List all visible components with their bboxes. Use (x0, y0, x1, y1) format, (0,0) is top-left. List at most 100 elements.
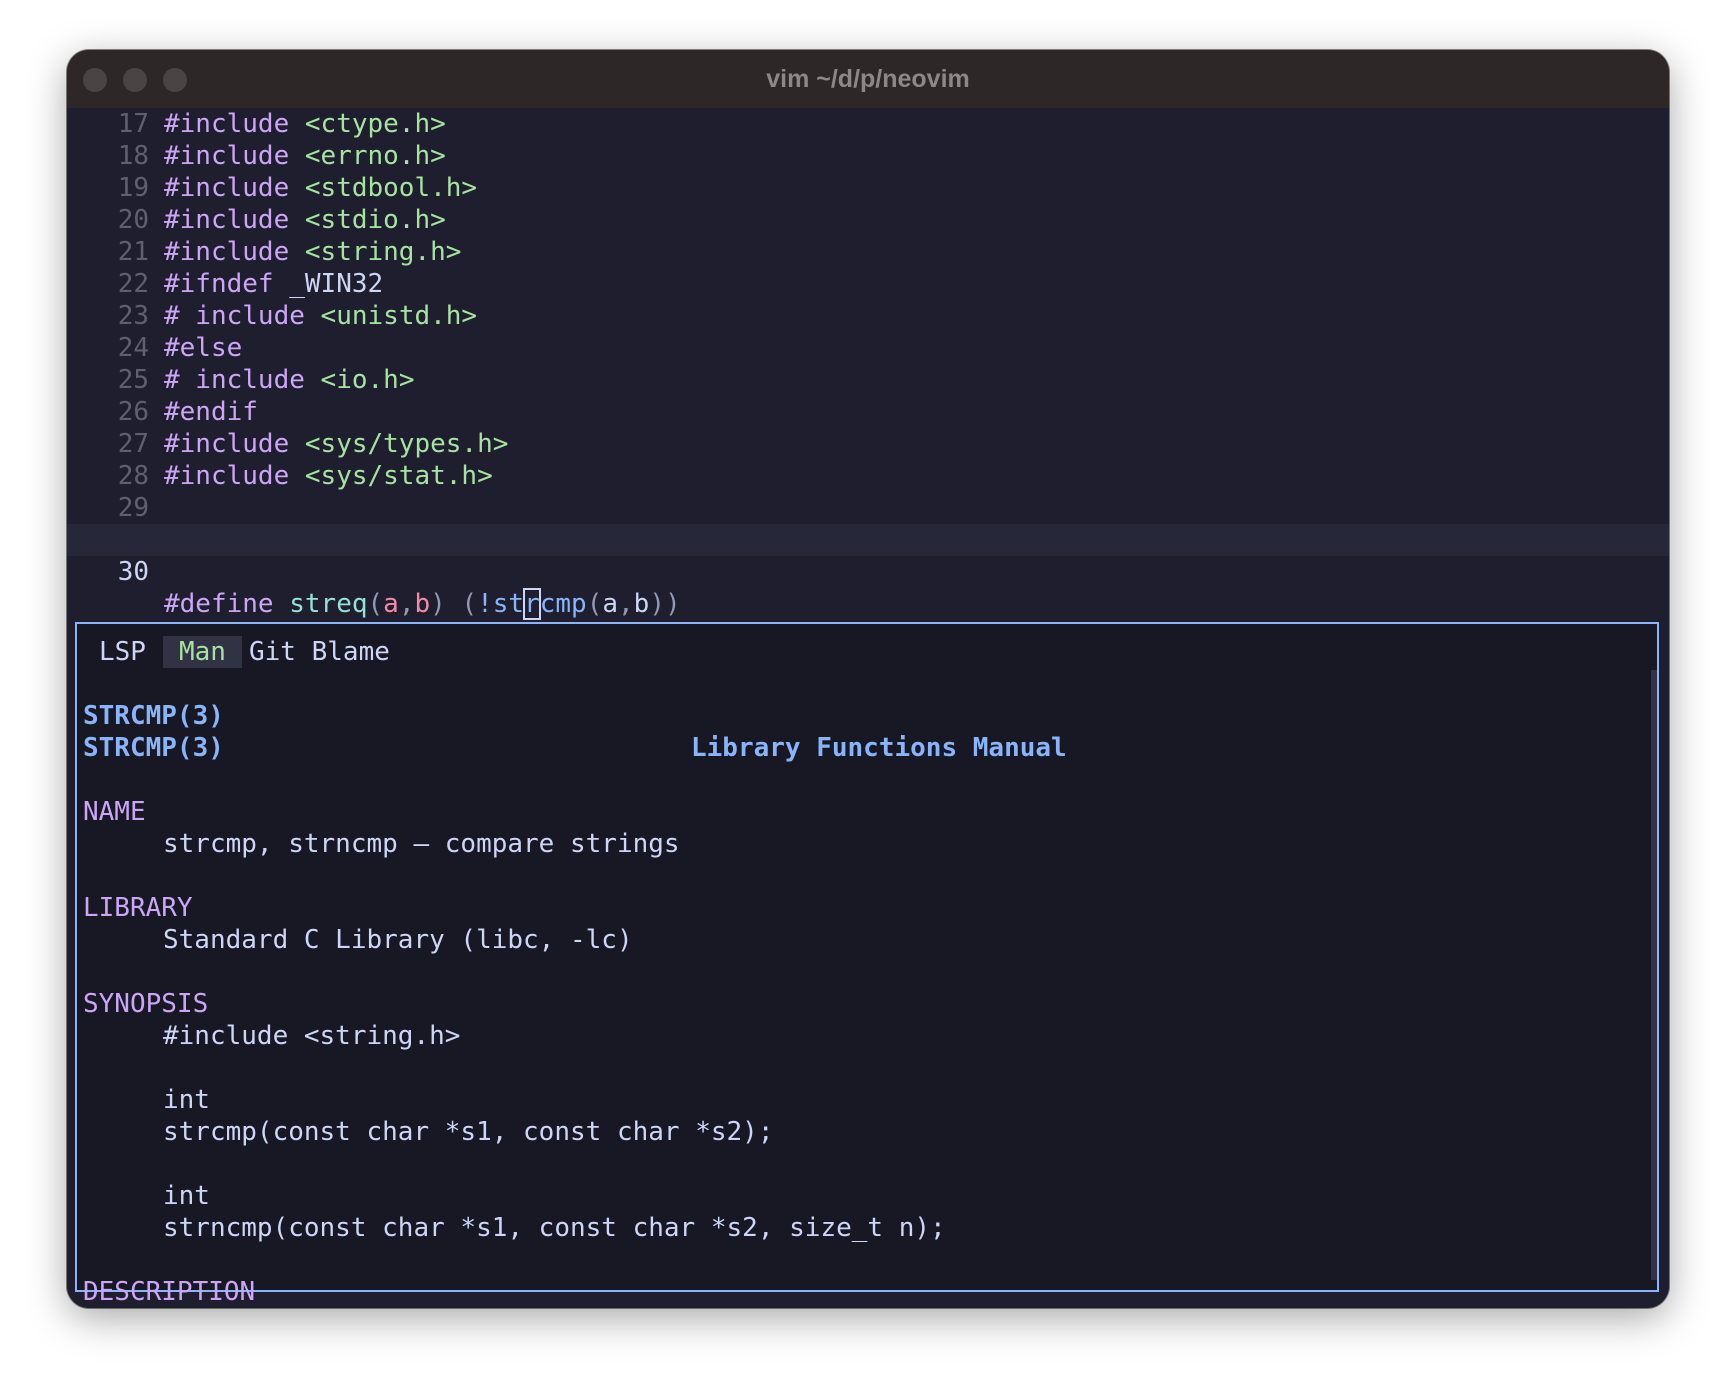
preprocessor-directive: # include (164, 365, 305, 395)
line-number: 19 (117, 173, 149, 203)
line-number: 30 (117, 557, 149, 587)
section-name-title: NAME (77, 764, 1649, 827)
code-line[interactable]: 26 #endif (67, 396, 1669, 428)
hover-scrollbar[interactable] (1651, 670, 1657, 1280)
line-code: #ifndef _WIN32 (164, 268, 383, 300)
preprocessor-directive: #include (164, 173, 290, 203)
preprocessor-directive: #include (164, 141, 290, 171)
code-line[interactable]: 29 (67, 492, 1669, 524)
directive-argument: <stdio.h> (304, 205, 446, 235)
arg-a: a (602, 589, 619, 619)
terminal-window: vim ~/d/p/neovim 17 #include <ctype.h> 18 #… (67, 50, 1669, 1308)
macro-name: streq (289, 589, 368, 619)
code-line[interactable]: 19 #include <stdbool.h> (67, 172, 1669, 204)
line-number: 25 (117, 365, 149, 395)
name-text: strcmp, strncmp – compare strings (163, 829, 680, 859)
section-heading: DESCRIPTION (83, 1277, 256, 1307)
paren: )) (649, 589, 681, 619)
hover-popup[interactable]: LSP Man Git Blame STRCMP(3) Library Func… (75, 622, 1659, 1307)
line-number: 17 (117, 109, 149, 139)
line-number: 18 (117, 141, 149, 171)
preprocessor-directive: #else (164, 333, 243, 363)
code-line[interactable]: 24 #else (67, 332, 1669, 364)
arg-b: b (633, 589, 650, 619)
title-bar: vim ~/d/p/neovim (67, 50, 1669, 109)
strcmp-signature: strcmp(const char *s1, const char *s2); (163, 1117, 774, 1147)
line-number: 26 (117, 397, 149, 427)
synopsis-int-2: int (77, 1148, 1649, 1211)
code-line[interactable]: 28 #include <sys/stat.h> (67, 460, 1669, 492)
strncmp-signature: strncmp(const char *s1, const char *s2, … (163, 1213, 946, 1243)
line-code: #include <string.h> (164, 236, 461, 268)
preprocessor-directive: #include (164, 109, 290, 139)
window-title: vim ~/d/p/neovim (766, 65, 970, 93)
man-header-right: STRCMP(3) (83, 733, 224, 763)
man-header-wrap: STRCMP(3) (77, 700, 1649, 763)
section-library-body: Standard C Library (libc, -lc) (77, 892, 1649, 955)
editor-buffer[interactable]: 17 #include <ctype.h> 18 #include <errno.h>… (67, 108, 1669, 1308)
line-number: 24 (117, 333, 149, 363)
line-code: #include <sys/types.h> (164, 428, 508, 460)
section-synopsis-title: SYNOPSIS (77, 956, 1649, 1019)
fn-name-end: cmp (539, 589, 587, 619)
line-code: #else (164, 332, 258, 364)
line-code: #include <errno.h> (164, 140, 446, 172)
paren: ) (430, 589, 446, 619)
man-header: STRCMP(3) Library Functions Manual (77, 668, 1649, 763)
code-line[interactable]: 18 #include <errno.h> (67, 140, 1669, 172)
directive-argument: <ctype.h> (304, 109, 446, 139)
tab-git-blame[interactable]: Git Blame (249, 636, 390, 668)
comma: , (398, 589, 415, 619)
line-code: # include <io.h> (164, 364, 414, 396)
tab-lsp[interactable]: LSP (99, 636, 146, 668)
directive-argument: <sys/stat.h> (304, 461, 493, 491)
code-line[interactable]: 22 #ifndef _WIN32 (67, 268, 1669, 300)
bang-operator: ! (477, 589, 493, 619)
preprocessor-directive: #include (164, 429, 290, 459)
code-line[interactable]: 21 #include <string.h> (67, 236, 1669, 268)
directive-argument: <stdbool.h> (304, 173, 478, 203)
man-header-center: Library Functions Manual (691, 733, 1067, 763)
line-code: #endif (164, 396, 274, 428)
directive-argument: <string.h> (304, 237, 462, 267)
synopsis-strncmp: strncmp(const char *s1, const char *s2, … (77, 1180, 1649, 1243)
code-line[interactable]: 27 #include <sys/types.h> (67, 428, 1669, 460)
tab-man[interactable]: Man (163, 636, 242, 668)
preprocessor-directive: #include (164, 461, 290, 491)
define-keyword: #define (164, 589, 274, 619)
line-code: #include <stdio.h> (164, 204, 446, 236)
section-library-title: LIBRARY (77, 860, 1649, 923)
line-number: 27 (117, 429, 149, 459)
paren: ( (586, 589, 603, 619)
fn-name-start: st (492, 589, 525, 619)
line-code: #include <ctype.h> (164, 108, 446, 140)
preprocessor-directive: #endif (164, 397, 258, 427)
line-code: # include <unistd.h> (164, 300, 477, 332)
code-line[interactable]: 25 # include <io.h> (67, 364, 1669, 396)
directive-argument: <io.h> (320, 365, 415, 395)
line-number: 29 (117, 493, 149, 523)
paren: ( (461, 589, 478, 619)
line-number: 21 (117, 237, 149, 267)
code-line[interactable]: 17 #include <ctype.h> (67, 108, 1669, 140)
preprocessor-directive: # include (164, 301, 305, 331)
section-description-title: DESCRIPTION (77, 1244, 1649, 1307)
library-text: Standard C Library (libc, -lc) (163, 925, 633, 955)
section-name-body: strcmp, strncmp – compare strings (77, 796, 1649, 859)
synopsis-include: #include <string.h> (77, 988, 1649, 1051)
synopsis-include-text: #include <string.h> (163, 1021, 461, 1051)
line-code[interactable]: #define streq(a,b) (!strcmp(a,b)) (164, 588, 681, 620)
paren: ( (367, 589, 384, 619)
line-code: #include <sys/stat.h> (164, 460, 493, 492)
directive-argument: <unistd.h> (320, 301, 478, 331)
comma: , (618, 589, 634, 619)
line-number: 22 (117, 269, 149, 299)
code-line[interactable]: 20 #include <stdio.h> (67, 204, 1669, 236)
preprocessor-directive: #include (164, 237, 290, 267)
code-line[interactable]: 23 # include <unistd.h> (67, 300, 1669, 332)
param-b: b (414, 589, 431, 619)
current-line[interactable]: 30 #define streq(a,b) (!strcmp(a,b)) (67, 524, 1669, 620)
synopsis-int-1: int (77, 1052, 1649, 1115)
text-cursor: r (523, 588, 541, 620)
directive-argument: <errno.h> (304, 141, 446, 171)
